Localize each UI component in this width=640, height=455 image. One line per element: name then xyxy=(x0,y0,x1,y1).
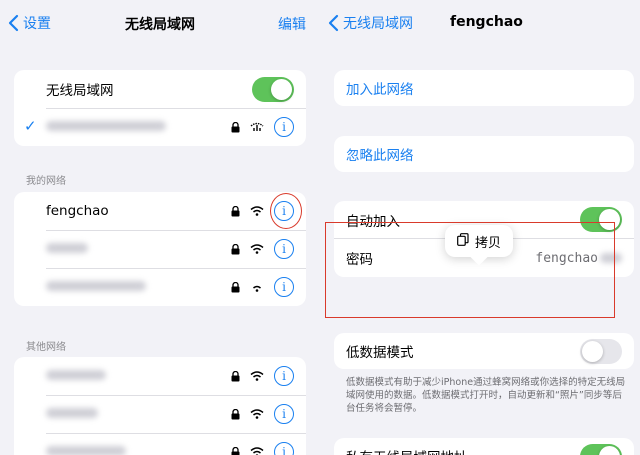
lock-icon xyxy=(231,281,240,293)
lock-icon xyxy=(231,121,240,133)
blurred-network-name xyxy=(46,408,98,418)
other-networks-header: 其他网络 xyxy=(26,342,66,353)
info-icon[interactable]: i xyxy=(274,404,294,424)
network-row[interactable]: i xyxy=(14,230,306,268)
join-network-button[interactable]: 加入此网络 xyxy=(334,70,634,106)
network-name: fengchao xyxy=(46,203,109,219)
private-address-row: 私有无线局域网地址 xyxy=(334,438,634,455)
network-detail-screen: 无线局域网 fengchao 加入此网络 忽略此网络 自动加入 密码 fengc… xyxy=(320,0,640,455)
blurred-network-name xyxy=(46,370,106,380)
chevron-left-icon xyxy=(8,14,19,32)
page-title: fengchao xyxy=(450,14,523,30)
nav-bar: 设置 无线局域网 编辑 xyxy=(0,0,320,46)
edit-button[interactable]: 编辑 xyxy=(278,14,306,34)
network-row[interactable]: i xyxy=(14,395,306,433)
blurred-network-name xyxy=(46,281,146,291)
wifi-icon xyxy=(250,409,264,419)
wifi-icon xyxy=(250,244,264,254)
annotation-rectangle xyxy=(325,222,615,318)
wifi-toggle-label: 无线局域网 xyxy=(46,83,114,99)
lock-icon xyxy=(231,370,240,382)
back-label: 无线局域网 xyxy=(343,16,413,32)
wifi-list-screen: 设置 无线局域网 编辑 无线局域网 ✓ i 我的网络 fengchao i i … xyxy=(0,0,320,455)
low-data-row: 低数据模式 xyxy=(334,333,634,369)
network-row-fengchao[interactable]: fengchao i xyxy=(14,192,306,230)
private-address-label: 私有无线局域网地址 xyxy=(346,446,580,455)
network-row[interactable]: i xyxy=(14,433,306,455)
chevron-left-icon xyxy=(328,14,339,32)
info-icon[interactable]: i xyxy=(274,239,294,259)
cellular-icon xyxy=(250,122,264,132)
private-address-toggle[interactable] xyxy=(580,443,622,455)
network-row[interactable]: i xyxy=(14,268,306,306)
my-networks-card: fengchao i i i xyxy=(14,192,306,306)
blurred-network-name xyxy=(46,446,126,455)
network-row[interactable]: i xyxy=(14,357,306,395)
low-data-toggle[interactable] xyxy=(580,338,622,364)
wifi-icon xyxy=(250,282,264,292)
low-data-label: 低数据模式 xyxy=(346,345,414,361)
nav-bar: 无线局域网 fengchao xyxy=(320,0,640,46)
forget-network-button[interactable]: 忽略此网络 xyxy=(334,136,634,172)
wifi-icon xyxy=(250,206,264,216)
lock-icon xyxy=(231,408,240,420)
connected-network-row[interactable]: ✓ i xyxy=(14,108,306,146)
back-button[interactable]: 设置 xyxy=(8,13,51,33)
back-label: 设置 xyxy=(23,16,51,32)
info-icon[interactable]: i xyxy=(274,117,294,137)
join-network-label: 加入此网络 xyxy=(346,82,414,98)
lock-icon xyxy=(231,205,240,217)
checkmark-icon: ✓ xyxy=(24,117,37,135)
info-icon[interactable]: i xyxy=(274,277,294,297)
wifi-icon xyxy=(250,371,264,381)
back-button[interactable]: 无线局域网 xyxy=(328,13,413,33)
wifi-icon xyxy=(250,447,264,455)
other-networks-card: i i i xyxy=(14,357,306,455)
wifi-toggle[interactable] xyxy=(252,76,294,102)
wifi-toggle-row: 无线局域网 xyxy=(14,70,306,108)
forget-network-label: 忽略此网络 xyxy=(346,148,414,164)
blurred-network-name xyxy=(46,243,88,253)
lock-icon xyxy=(231,243,240,255)
my-networks-header: 我的网络 xyxy=(26,176,66,187)
wifi-card: 无线局域网 ✓ i xyxy=(14,70,306,146)
annotation-circle xyxy=(270,193,302,229)
lock-icon xyxy=(231,446,240,455)
low-data-footnote: 低数据模式有助于减少iPhone通过蜂窝网络或你选择的特定无线局域网使用的数据。… xyxy=(346,377,626,414)
info-icon[interactable]: i xyxy=(274,442,294,455)
blurred-network-name xyxy=(46,121,166,131)
info-icon[interactable]: i xyxy=(274,366,294,386)
